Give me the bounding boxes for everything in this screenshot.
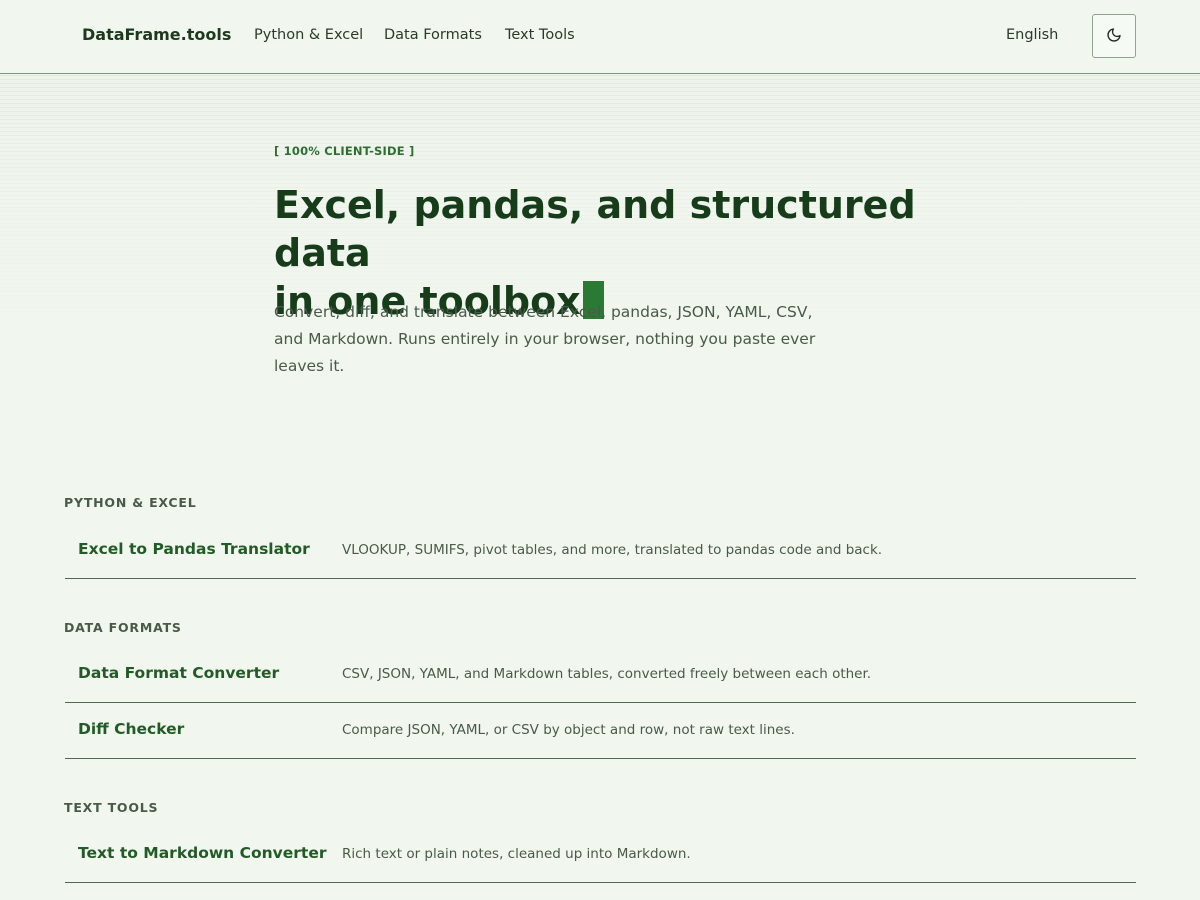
- tool-description: Rich text or plain notes, cleaned up int…: [342, 846, 691, 862]
- section-label-text-tools: TEXT TOOLS: [64, 800, 159, 815]
- hero-description: Convert, diff, and translate between Exc…: [274, 303, 816, 375]
- section-label-python-excel: PYTHON & EXCEL: [64, 495, 197, 510]
- hero-section: [ 100% CLIENT-SIDE ] Excel, pandas, and …: [0, 75, 1200, 446]
- tool-description: Compare JSON, YAML, or CSV by object and…: [342, 722, 795, 738]
- tool-row-diff-checker[interactable]: Diff Checker Compare JSON, YAML, or CSV …: [65, 703, 1136, 759]
- moon-icon: [1106, 27, 1122, 46]
- tool-name-link[interactable]: Text to Markdown Converter: [78, 844, 327, 862]
- section-label-data-formats: DATA FORMATS: [64, 620, 182, 635]
- tool-row-text-to-markdown[interactable]: Text to Markdown Converter Rich text or …: [65, 827, 1136, 883]
- nav-text-tools[interactable]: Text Tools: [505, 27, 575, 43]
- nav-data-formats[interactable]: Data Formats: [384, 27, 482, 43]
- tool-name-link[interactable]: Data Format Converter: [78, 664, 279, 682]
- language-selector[interactable]: English: [1006, 27, 1058, 43]
- tool-row-excel-to-pandas[interactable]: Excel to Pandas Translator VLOOKUP, SUMI…: [65, 523, 1136, 579]
- tool-description: CSV, JSON, YAML, and Markdown tables, co…: [342, 666, 872, 682]
- tool-row-data-format-converter[interactable]: Data Format Converter CSV, JSON, YAML, a…: [65, 647, 1136, 703]
- hero-eyebrow: [ 100% CLIENT-SIDE ]: [274, 144, 415, 158]
- tool-description: VLOOKUP, SUMIFS, pivot tables, and more,…: [342, 542, 883, 558]
- nav-python-excel[interactable]: Python & Excel: [254, 27, 363, 43]
- tool-name-link[interactable]: Diff Checker: [78, 720, 184, 738]
- hero-title-line1: Excel, pandas, and structured data: [274, 183, 916, 275]
- tool-name-link[interactable]: Excel to Pandas Translator: [78, 540, 310, 558]
- theme-toggle-button[interactable]: [1092, 14, 1136, 58]
- top-navigation-bar: DataFrame.tools Python & Excel Data Form…: [0, 0, 1200, 74]
- site-logo-link[interactable]: DataFrame.tools: [82, 25, 231, 44]
